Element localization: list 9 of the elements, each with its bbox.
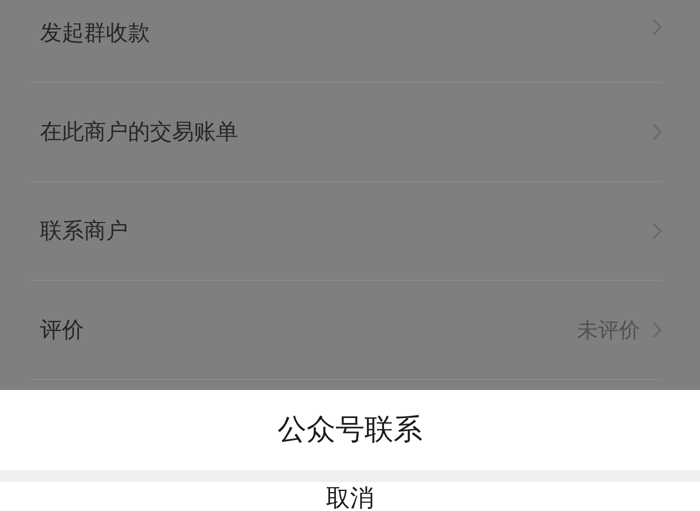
menu-row[interactable]: 在此商户的交易账单 xyxy=(30,83,662,182)
sheet-option[interactable]: 公众号联系 xyxy=(0,390,700,470)
row-label: 联系商户 xyxy=(40,218,128,246)
cancel-button[interactable]: 取消 xyxy=(0,482,700,511)
menu-row[interactable]: 联系商户 xyxy=(30,182,662,281)
row-label: 发起群收款 xyxy=(40,20,150,48)
row-label: 评价 xyxy=(40,317,84,345)
row-label: 在此商户的交易账单 xyxy=(40,119,238,147)
menu-row[interactable]: 发起群收款 xyxy=(30,0,662,83)
